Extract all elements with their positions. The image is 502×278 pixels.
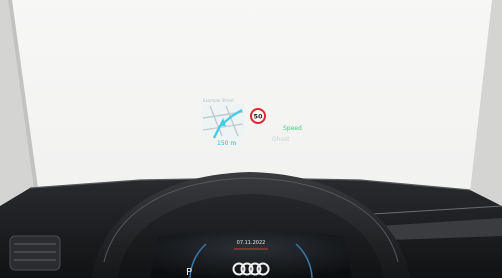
scene-svg: Example Street 150 m 50 Speed Ghost 07.1…	[0, 0, 502, 278]
speed-limit-value: 50	[253, 113, 263, 121]
nav-distance: 150 m	[217, 140, 236, 147]
cluster-date: 07.11.2022	[237, 240, 266, 246]
hud-scene: Example Street 150 m 50 Speed Ghost 07.1…	[0, 0, 502, 278]
nav-map	[201, 104, 245, 139]
instrument-cluster	[150, 231, 352, 278]
nav-street-label: Example Street	[203, 98, 234, 103]
assist-label: Ghost	[272, 136, 290, 143]
left-air-vent	[9, 235, 61, 271]
cluster-gear: P	[186, 267, 192, 278]
speed-limit-sign: 50	[250, 108, 266, 124]
current-speed-label: Speed	[283, 125, 302, 132]
